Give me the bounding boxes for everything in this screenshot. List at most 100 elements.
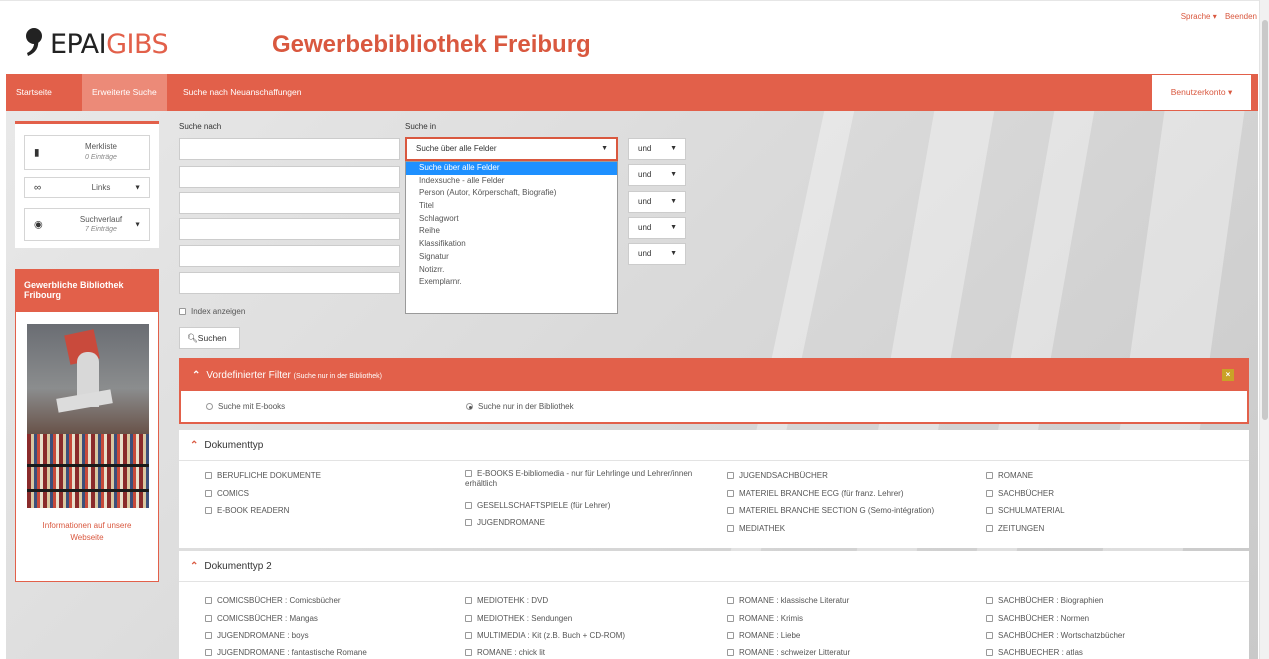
- operator-select-5[interactable]: und ▼: [628, 243, 686, 265]
- doctype-option[interactable]: BERUFLICHE DOKUMENTE: [205, 471, 321, 481]
- checkbox[interactable]: [986, 597, 993, 605]
- doctype-option[interactable]: SCHULMATERIAL: [986, 506, 1065, 516]
- doctype2-option[interactable]: ROMANE : Krimis: [727, 614, 803, 624]
- account-menu-button[interactable]: Benutzerkonto ▾: [1152, 75, 1251, 110]
- dropdown-option[interactable]: Notizrr.: [406, 264, 617, 277]
- checkbox[interactable]: [727, 490, 734, 498]
- search-input-5[interactable]: [179, 245, 400, 267]
- doctype-option[interactable]: ZEITUNGEN: [986, 524, 1044, 534]
- doctype-option[interactable]: MEDIATHEK: [727, 524, 785, 534]
- doctype-option[interactable]: JUGENDSACHBÜCHER: [727, 471, 828, 481]
- dropdown-option[interactable]: Signatur: [406, 251, 617, 264]
- website-info-link[interactable]: Informationen auf unsere Webseite: [16, 520, 158, 544]
- doctype-option[interactable]: JUGENDROMANE: [465, 518, 545, 528]
- doctype2-option[interactable]: ROMANE : klassische Literatur: [727, 596, 849, 606]
- checkbox[interactable]: [465, 519, 472, 527]
- search-input-1[interactable]: [179, 138, 400, 160]
- index-checkbox[interactable]: [179, 308, 186, 316]
- dropdown-option[interactable]: Person (Autor, Körperschaft, Biografie): [406, 187, 617, 200]
- radio-ebooks[interactable]: Suche mit E-books: [206, 402, 285, 412]
- checkbox[interactable]: [727, 472, 734, 480]
- checkbox[interactable]: [205, 615, 212, 623]
- dropdown-option[interactable]: Exemplarnr.: [406, 276, 617, 289]
- doctype-option[interactable]: ROMANE: [986, 471, 1033, 481]
- radio-library-only[interactable]: Suche nur in der Bibliothek: [466, 402, 574, 412]
- operator-select-2[interactable]: und ▼: [628, 164, 686, 186]
- operator-select-3[interactable]: und ▼: [628, 191, 686, 213]
- doctype2-option[interactable]: JUGENDROMANE : boys: [205, 631, 309, 641]
- doctype2-option[interactable]: SACHBÜCHER : Wortschatzbücher: [986, 631, 1125, 641]
- checkbox[interactable]: [986, 615, 993, 623]
- doctype-option[interactable]: SACHBÜCHER: [986, 489, 1054, 499]
- doctype-option[interactable]: COMICS: [205, 489, 249, 499]
- doctype2-option[interactable]: MULTIMEDIA : Kit (z.B. Buch + CD-ROM): [465, 631, 625, 641]
- radio-button[interactable]: [206, 403, 213, 411]
- checkbox[interactable]: [986, 632, 993, 640]
- checkbox[interactable]: [465, 615, 472, 623]
- doctype-option[interactable]: MATERIEL BRANCHE ECG (für franz. Lehrer): [727, 489, 903, 499]
- search-input-4[interactable]: [179, 218, 400, 240]
- search-button[interactable]: 🔍︎Suchen: [179, 327, 240, 349]
- search-history-dropdown[interactable]: ◉ Suchverlauf 7 Einträge ▼: [24, 208, 150, 241]
- checkbox[interactable]: [727, 597, 734, 605]
- doctype2-option[interactable]: SACHBÜCHER : Normen: [986, 614, 1089, 624]
- checkbox[interactable]: [465, 649, 472, 657]
- doctype2-header[interactable]: ⌃ Dokumenttyp 2: [179, 551, 1249, 582]
- doctype2-option[interactable]: MEDIOTHEK : Sendungen: [465, 614, 572, 624]
- checkbox[interactable]: [205, 649, 212, 657]
- doctype2-option[interactable]: ROMANE : schweizer Litteratur: [727, 648, 850, 658]
- checkbox[interactable]: [465, 502, 472, 510]
- doctype2-option[interactable]: COMICSBÜCHER : Mangas: [205, 614, 318, 624]
- logout-link[interactable]: Beenden: [1225, 12, 1257, 21]
- predefined-filter-header[interactable]: ⌃ Vordefinierter Filter (Suche nur in der…: [181, 360, 1247, 391]
- checkbox[interactable]: [205, 507, 212, 515]
- dropdown-option[interactable]: Klassifikation: [406, 238, 617, 251]
- search-input-2[interactable]: [179, 166, 400, 188]
- checkbox[interactable]: [986, 507, 993, 515]
- dropdown-option[interactable]: Schlagwort: [406, 213, 617, 226]
- doctype2-option[interactable]: MEDIOTEHK : DVD: [465, 596, 548, 606]
- dropdown-option[interactable]: Indexsuche - alle Felder: [406, 175, 617, 188]
- dropdown-option[interactable]: Titel: [406, 200, 617, 213]
- operator-select-1[interactable]: und ▼: [628, 138, 686, 160]
- links-dropdown[interactable]: ∞ Links ▼: [24, 177, 150, 198]
- doctype2-option[interactable]: COMICSBÜCHER : Comicsbücher: [205, 596, 341, 606]
- nav-item-advanced-search[interactable]: Erweiterte Suche: [82, 74, 167, 111]
- checkbox[interactable]: [727, 649, 734, 657]
- dropdown-option[interactable]: Reihe: [406, 225, 617, 238]
- nav-item-home[interactable]: Startseite: [6, 74, 62, 111]
- checkbox[interactable]: [986, 649, 993, 657]
- operator-select-4[interactable]: und ▼: [628, 217, 686, 239]
- checkbox[interactable]: [205, 490, 212, 498]
- nav-item-new-acquisitions[interactable]: Suche nach Neuanschaffungen: [173, 74, 311, 111]
- checkbox[interactable]: [205, 632, 212, 640]
- checkbox[interactable]: [727, 615, 734, 623]
- search-field-select-1[interactable]: Suche über alle Felder ▼: [405, 137, 618, 161]
- doctype-option[interactable]: E-BOOKS E-bibliomedia - nur für Lehrling…: [465, 469, 705, 489]
- doctype2-option[interactable]: SACHBUECHER : atlas: [986, 648, 1083, 658]
- index-checkbox-row[interactable]: Index anzeigen: [179, 307, 245, 316]
- language-menu[interactable]: Sprache ▾: [1181, 12, 1217, 21]
- checkbox[interactable]: [465, 470, 472, 478]
- checkbox[interactable]: [986, 490, 993, 498]
- checkbox[interactable]: [465, 632, 472, 640]
- search-input-6[interactable]: [179, 272, 400, 294]
- doctype2-option[interactable]: JUGENDROMANE : fantastische Romane: [205, 648, 367, 658]
- close-icon[interactable]: ×: [1222, 369, 1234, 381]
- doctype-option[interactable]: MATERIEL BRANCHE SECTION G (Semo-intégra…: [727, 506, 934, 516]
- doctype2-option[interactable]: ROMANE : chick lit: [465, 648, 545, 658]
- radio-button[interactable]: [466, 403, 473, 411]
- checkbox[interactable]: [727, 632, 734, 640]
- checkbox[interactable]: [986, 525, 993, 533]
- checkbox[interactable]: [727, 525, 734, 533]
- checkbox[interactable]: [205, 597, 212, 605]
- dropdown-option[interactable]: Suche über alle Felder: [406, 162, 617, 175]
- doctype2-option[interactable]: ROMANE : Liebe: [727, 631, 800, 641]
- doctype-header[interactable]: ⌃ Dokumenttyp: [179, 430, 1249, 461]
- scrollbar-thumb[interactable]: [1262, 20, 1268, 420]
- checkbox[interactable]: [986, 472, 993, 480]
- doctype2-option[interactable]: SACHBÜCHER : Biographien: [986, 596, 1103, 606]
- doctype-option[interactable]: GESELLSCHAFTSPIELE (für Lehrer): [465, 501, 610, 511]
- page-scrollbar[interactable]: [1259, 0, 1269, 659]
- checkbox[interactable]: [205, 472, 212, 480]
